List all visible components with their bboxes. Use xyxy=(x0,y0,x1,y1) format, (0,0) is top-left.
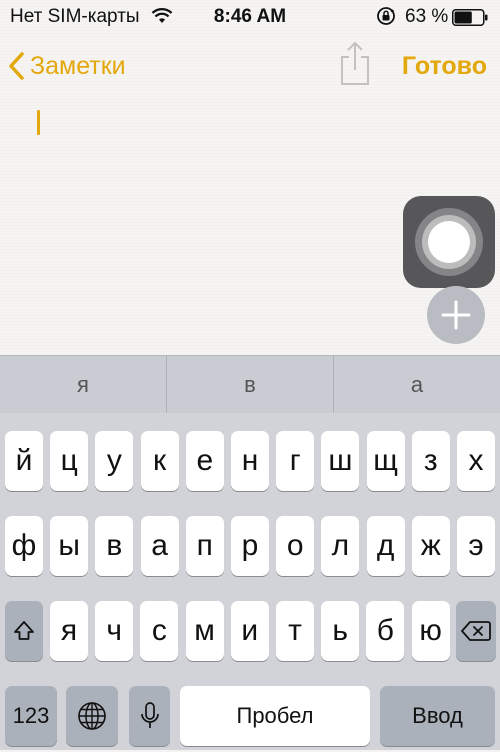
key-letter[interactable]: э xyxy=(457,516,495,576)
key-label: й xyxy=(15,444,33,477)
key-label: к xyxy=(153,444,167,477)
key-letter[interactable]: щ xyxy=(366,431,405,491)
shift-icon xyxy=(14,621,34,640)
rotation-lock-icon xyxy=(376,6,396,32)
done-button[interactable]: Готово xyxy=(402,52,487,81)
key-label: г xyxy=(289,444,301,477)
key-letter[interactable]: з xyxy=(411,431,450,491)
key-letter[interactable]: а xyxy=(140,516,179,576)
key-label: 123 xyxy=(12,703,50,728)
battery-icon xyxy=(452,9,488,26)
prediction-item[interactable]: в xyxy=(167,356,333,414)
shift-key[interactable] xyxy=(5,601,43,661)
key-label: д xyxy=(376,529,395,562)
key-letter[interactable]: м xyxy=(185,601,224,661)
predictive-bar: я в а xyxy=(0,355,500,414)
key-label: Ввод xyxy=(412,703,463,728)
key-label: б xyxy=(376,614,394,647)
key-label: у xyxy=(106,444,122,477)
key-label: в xyxy=(106,529,123,562)
key-label: я xyxy=(60,614,78,647)
key-label: н xyxy=(241,444,259,477)
key-letter[interactable]: я xyxy=(50,601,88,661)
navigation-bar: Заметки Готово xyxy=(0,40,500,94)
share-icon xyxy=(341,41,369,85)
key-label: ы xyxy=(58,529,80,562)
key-letter[interactable]: с xyxy=(140,601,179,661)
backspace-icon xyxy=(461,621,491,641)
space-key[interactable]: Пробел xyxy=(180,686,370,746)
key-letter[interactable]: и xyxy=(230,601,269,661)
key-letter[interactable]: л xyxy=(321,516,360,576)
key-letter[interactable]: х xyxy=(457,431,495,491)
prediction-item[interactable]: а xyxy=(334,356,500,414)
key-label: з xyxy=(423,444,438,477)
key-label: щ xyxy=(373,444,398,477)
plus-icon xyxy=(441,300,471,330)
key-letter[interactable]: р xyxy=(231,516,269,576)
key-label: ж xyxy=(420,529,441,562)
key-letter[interactable]: е xyxy=(185,431,224,491)
key-letter[interactable]: т xyxy=(276,601,314,661)
key-letter[interactable]: д xyxy=(366,516,405,576)
key-label: п xyxy=(196,529,213,562)
globe-key[interactable] xyxy=(66,686,118,746)
key-letter[interactable]: п xyxy=(185,516,224,576)
back-label: Заметки xyxy=(30,51,126,80)
key-label: х xyxy=(468,444,484,477)
key-letter[interactable]: ь xyxy=(321,601,360,661)
key-label: Пробел xyxy=(236,703,314,728)
key-letter[interactable]: к xyxy=(140,431,179,491)
back-button[interactable]: Заметки xyxy=(8,48,126,84)
delete-key[interactable] xyxy=(456,601,496,661)
assistive-touch-button[interactable] xyxy=(403,196,495,288)
numbers-key[interactable]: 123 xyxy=(5,686,57,746)
share-button[interactable] xyxy=(336,40,374,91)
globe-icon xyxy=(78,702,106,730)
key-letter[interactable]: ж xyxy=(411,516,450,576)
key-label: с xyxy=(151,614,167,647)
key-label: т xyxy=(288,614,302,647)
key-letter[interactable]: ч xyxy=(95,601,134,661)
key-letter[interactable]: ш xyxy=(321,431,360,491)
key-letter[interactable]: н xyxy=(231,431,269,491)
key-letter[interactable]: й xyxy=(5,431,43,491)
key-letter[interactable]: ы xyxy=(50,516,89,576)
key-label: и xyxy=(241,614,259,647)
key-letter[interactable]: ю xyxy=(411,601,450,661)
add-button[interactable] xyxy=(427,286,485,344)
key-label: ш xyxy=(328,444,353,477)
key-label: ч xyxy=(106,614,122,647)
text-cursor xyxy=(37,110,40,135)
key-label: ь xyxy=(332,614,348,647)
key-label: л xyxy=(331,529,350,562)
key-letter[interactable]: б xyxy=(366,601,405,661)
key-label: м xyxy=(194,614,215,647)
return-key[interactable]: Ввод xyxy=(380,686,495,746)
microphone-icon xyxy=(140,702,159,728)
key-letter[interactable]: о xyxy=(276,516,315,576)
key-label: р xyxy=(241,529,259,562)
key-label: е xyxy=(196,444,214,477)
keyboard: й ц у к е н г ш щ з х ф ы в а п р о л д ж э я ч с м и т ь б ю 123 Пробел… xyxy=(0,413,500,750)
key-label: ц xyxy=(60,444,78,477)
dictation-key[interactable] xyxy=(129,686,170,746)
prediction-item[interactable]: я xyxy=(0,356,166,414)
key-label: ю xyxy=(419,614,442,647)
key-label: ф xyxy=(11,529,37,562)
battery-percent: 63 % xyxy=(405,6,449,27)
key-letter[interactable]: в xyxy=(95,516,134,576)
key-label: о xyxy=(286,529,304,562)
key-label: э xyxy=(468,529,484,562)
key-letter[interactable]: ц xyxy=(50,431,89,491)
key-letter[interactable]: г xyxy=(276,431,315,491)
chevron-left-icon xyxy=(9,52,24,80)
key-label: а xyxy=(151,529,168,562)
key-letter[interactable]: у xyxy=(95,431,134,491)
status-bar: Нет SIM-карты 8:46 AM 63 % xyxy=(0,0,500,34)
key-letter[interactable]: ф xyxy=(5,516,43,576)
